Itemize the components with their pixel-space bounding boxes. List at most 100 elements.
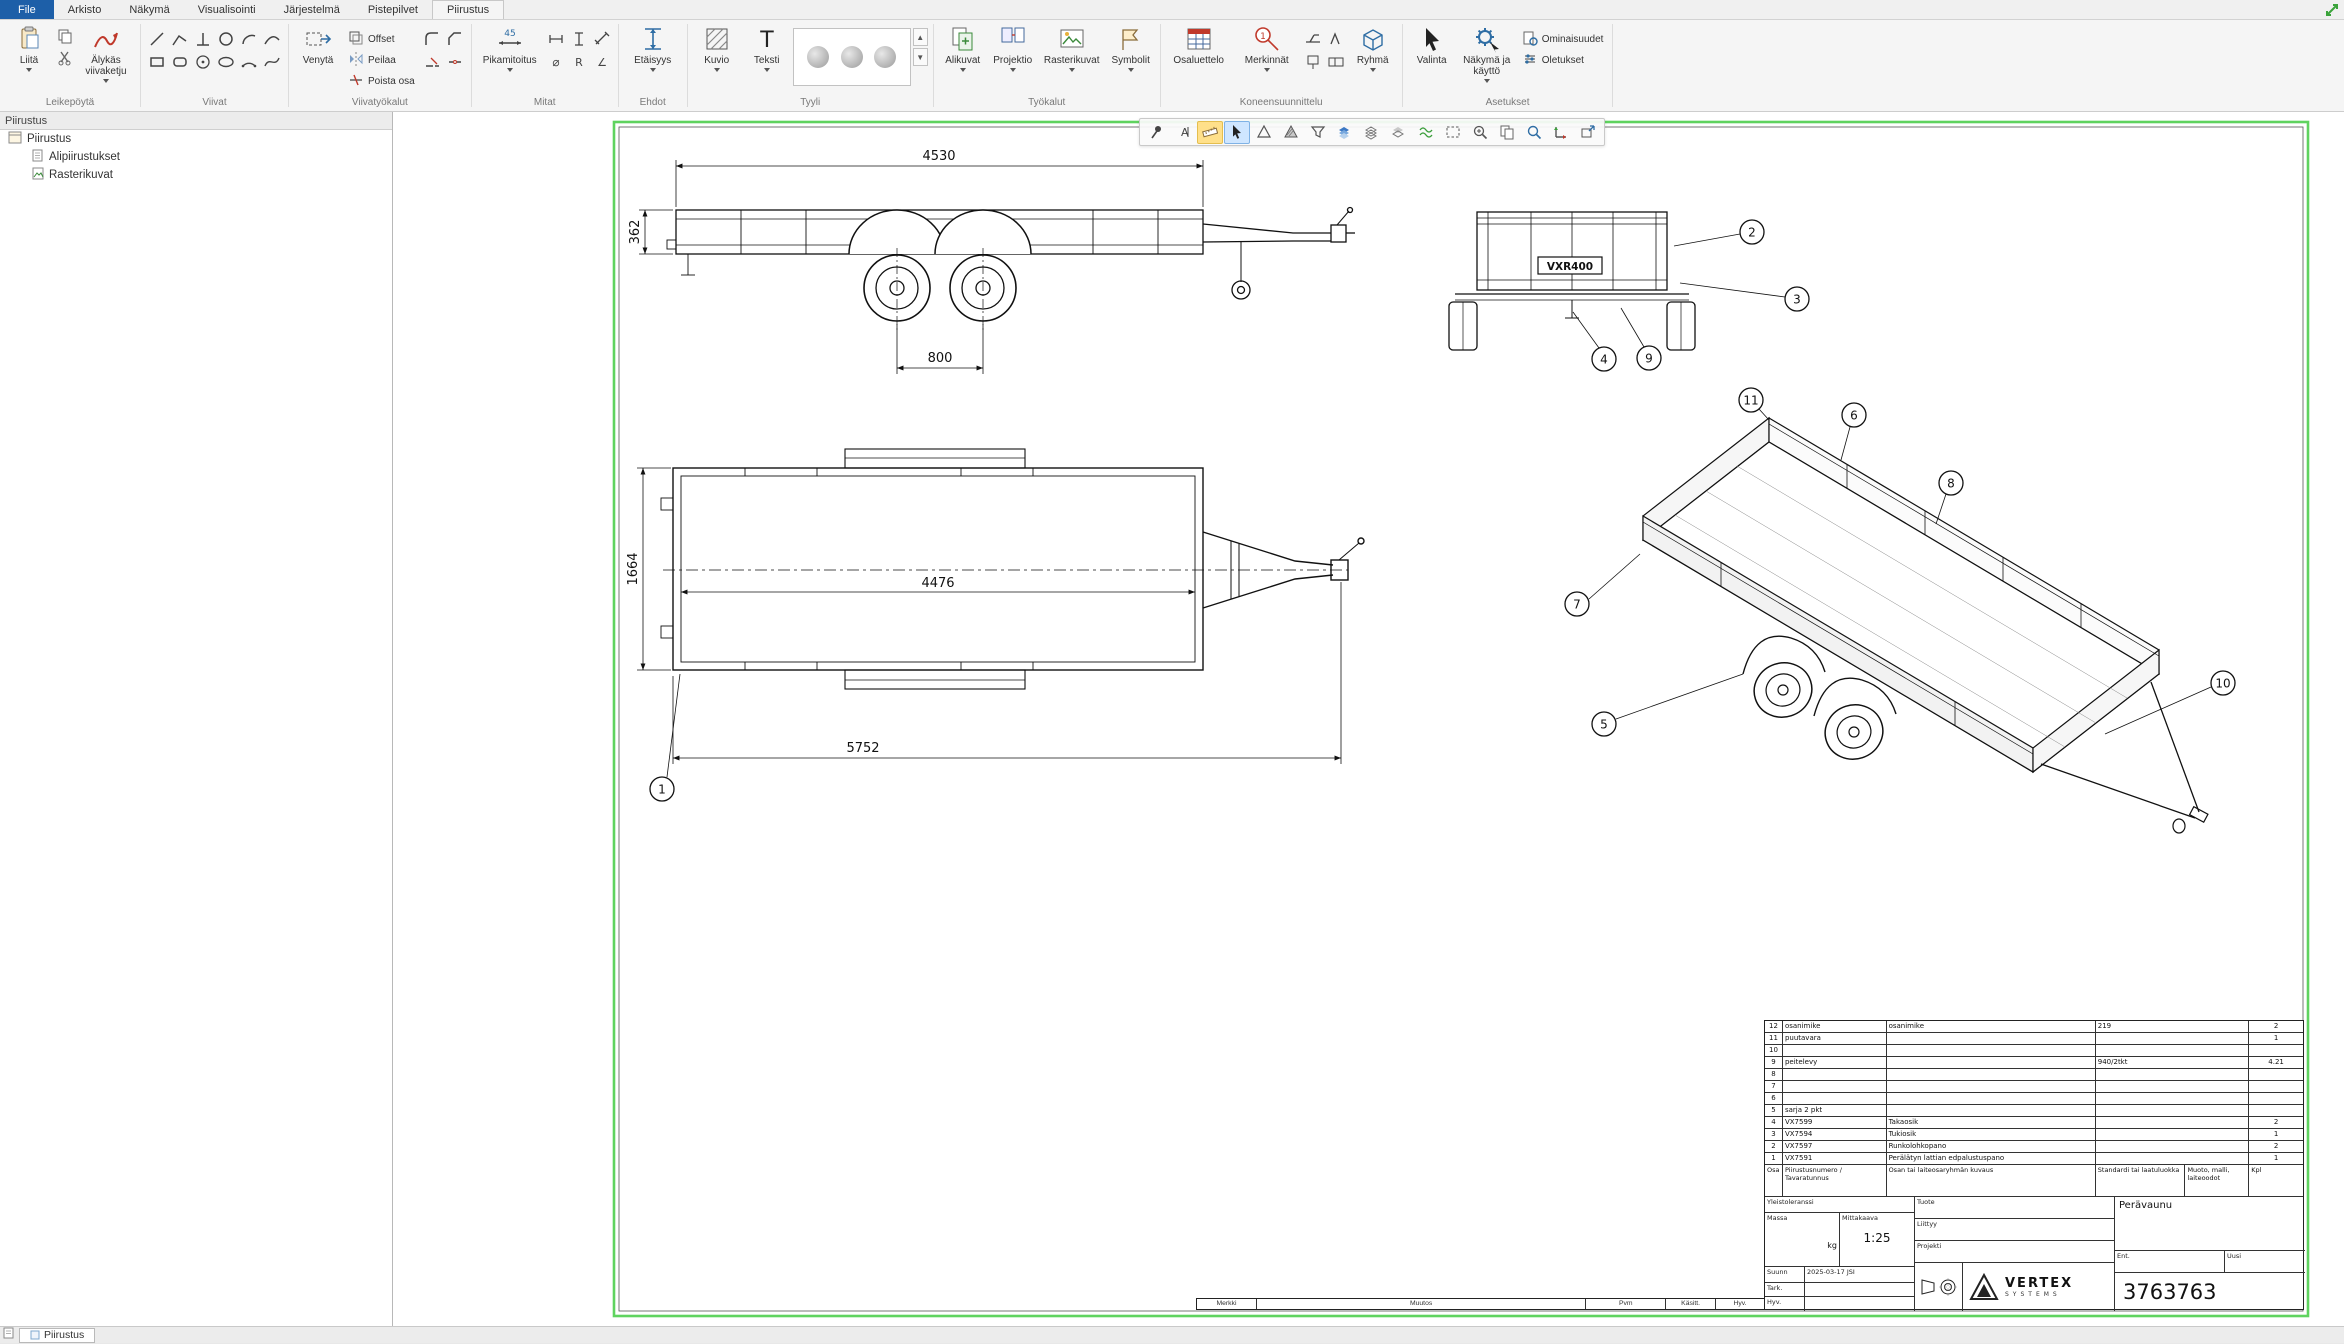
- break-tool-icon[interactable]: [444, 51, 466, 73]
- rounded-rect-tool-icon[interactable]: [169, 51, 191, 73]
- hatch-button[interactable]: Kuvio: [693, 22, 741, 72]
- designer-label-cell: Suunn: [1765, 1267, 1805, 1283]
- rectangle-tool-icon[interactable]: [146, 51, 168, 73]
- tab-visualisointi[interactable]: Visualisointi: [184, 0, 270, 19]
- axes-icon[interactable]: [1548, 121, 1574, 144]
- datum-symbol-icon[interactable]: [1302, 51, 1324, 73]
- extend-tool-icon[interactable]: [421, 51, 443, 73]
- weld-symbol-icon[interactable]: [1302, 28, 1324, 50]
- tree-item-rasterikuvat[interactable]: Rasterikuvat: [0, 166, 392, 184]
- surface-symbol-icon[interactable]: [1325, 28, 1347, 50]
- filter-icon[interactable]: [1305, 121, 1331, 144]
- perpendicular-line-icon[interactable]: [192, 28, 214, 50]
- diameter-dim-icon[interactable]: ⌀: [545, 51, 567, 73]
- zoom-window-icon[interactable]: [1521, 121, 1547, 144]
- arc-3pt-icon[interactable]: [238, 51, 260, 73]
- quick-dimension-button[interactable]: 45 Pikamitoitus: [477, 22, 543, 72]
- vertical-dim-icon[interactable]: [568, 28, 590, 50]
- ribbon-group-leikepoyta: Liitä Älykäs viivaketju Leikepöytä: [0, 20, 140, 111]
- subdrawings-button[interactable]: Alikuvat: [939, 22, 987, 72]
- raster-images-button[interactable]: Rasterikuvat: [1039, 22, 1105, 72]
- polyline-tool-icon[interactable]: [169, 28, 191, 50]
- line-tool-icon[interactable]: [146, 28, 168, 50]
- gallery-down-button[interactable]: ▼: [913, 48, 928, 66]
- offset-button[interactable]: Offset: [344, 30, 419, 48]
- fillet-tool-icon[interactable]: [421, 28, 443, 50]
- status-tab-piirustus[interactable]: Piirustus: [19, 1328, 95, 1343]
- group-button[interactable]: Ryhmä: [1349, 22, 1397, 72]
- trim-button[interactable]: Poista osa: [344, 72, 419, 90]
- defaults-icon: [1522, 51, 1538, 70]
- tolerance-symbol-icon[interactable]: [1325, 51, 1347, 73]
- text-button[interactable]: T Teksti: [743, 22, 791, 72]
- projection-button[interactable]: Projektio: [989, 22, 1037, 72]
- style-swatch-3[interactable]: [874, 46, 896, 68]
- radius-dim-icon[interactable]: R: [568, 51, 590, 73]
- style-gallery[interactable]: [793, 28, 911, 86]
- tree-root-piirustus[interactable]: Piirustus: [0, 130, 392, 148]
- horizontal-dim-icon[interactable]: [545, 28, 567, 50]
- parts-list-button[interactable]: Osaluettelo: [1166, 22, 1232, 66]
- menu-tab-bar: File Arkisto Näkymä Visualisointi Järjes…: [0, 0, 2344, 20]
- mirror-icon: [348, 51, 364, 70]
- stretch-button[interactable]: Venytä: [294, 22, 342, 66]
- circle-center-icon[interactable]: [192, 51, 214, 73]
- mirror-button[interactable]: Peilaa: [344, 51, 419, 69]
- arc-tool-icon[interactable]: [238, 28, 260, 50]
- trim-label: Poista osa: [368, 76, 415, 87]
- share-view-icon[interactable]: [1575, 121, 1601, 144]
- zoom-in-icon[interactable]: [1467, 121, 1493, 144]
- cut-button[interactable]: [55, 48, 75, 68]
- tab-arkisto[interactable]: Arkisto: [54, 0, 116, 19]
- tab-piirustus[interactable]: Piirustus: [432, 0, 504, 19]
- parts-row: 6: [1765, 1093, 2303, 1105]
- drawing-canvas[interactable]: 4530 362 800: [393, 112, 2344, 1326]
- smart-polyline-button[interactable]: Älykäs viivaketju: [77, 22, 135, 83]
- aligned-dim-icon[interactable]: [591, 28, 613, 50]
- circle-tool-icon[interactable]: [215, 28, 237, 50]
- gallery-up-button[interactable]: ▲: [913, 28, 928, 46]
- mirror-label: Peilaa: [368, 55, 396, 66]
- tab-file[interactable]: File: [0, 0, 54, 19]
- tree-item-alipiirustukset[interactable]: Alipiirustukset: [0, 148, 392, 166]
- properties-button[interactable]: Ominaisuudet: [1518, 30, 1608, 48]
- tab-nakyma[interactable]: Näkymä: [115, 0, 183, 19]
- tab-jarjestelma[interactable]: Järjestelmä: [270, 0, 354, 19]
- ribbon: Liitä Älykäs viivaketju Leikepöytä: [0, 20, 2344, 112]
- clipboard-copy-icon[interactable]: [1494, 121, 1520, 144]
- hatch-triangle-icon[interactable]: [1278, 121, 1304, 144]
- style-swatch-1[interactable]: [807, 46, 829, 68]
- plan-dim-inner: 4476: [921, 576, 954, 591]
- marquee-icon[interactable]: [1440, 121, 1466, 144]
- defaults-button[interactable]: Oletukset: [1518, 51, 1608, 69]
- annotate-icon[interactable]: A: [1170, 121, 1196, 144]
- view-and-use-button[interactable]: Näkymä ja käyttö: [1458, 22, 1516, 83]
- subdrawings-dropdown-icon: [960, 68, 966, 72]
- pin-icon[interactable]: [1143, 121, 1169, 144]
- properties-icon: [1522, 30, 1538, 49]
- spline-tool-icon[interactable]: [261, 51, 283, 73]
- paste-button[interactable]: Liitä: [5, 22, 53, 72]
- style-swatch-2[interactable]: [841, 46, 863, 68]
- symbols-button[interactable]: Symbolit: [1107, 22, 1155, 72]
- triangle-icon[interactable]: [1251, 121, 1277, 144]
- select-cursor-icon[interactable]: [1224, 121, 1250, 144]
- tab-pistepilvet[interactable]: Pistepilvet: [354, 0, 432, 19]
- side-dim-height: 362: [628, 220, 643, 245]
- ellipse-tool-icon[interactable]: [215, 51, 237, 73]
- chamfer-tool-icon[interactable]: [444, 28, 466, 50]
- tangent-arc-icon[interactable]: [261, 28, 283, 50]
- layers-icon[interactable]: [1359, 121, 1385, 144]
- angle-dim-icon[interactable]: ∠: [591, 51, 613, 73]
- parts-row: 2VX7597Runkolohkopano2: [1765, 1141, 2303, 1153]
- annotations-button[interactable]: 1 Merkinnät: [1234, 22, 1300, 72]
- plan-dim-total: 5752: [846, 741, 879, 756]
- distance-constraint-button[interactable]: Etäisyys: [624, 22, 682, 72]
- paste-dropdown-icon: [26, 68, 32, 72]
- layers-back-icon[interactable]: [1386, 121, 1412, 144]
- selection-button[interactable]: Valinta: [1408, 22, 1456, 66]
- measure-icon[interactable]: [1197, 121, 1223, 144]
- copy-button[interactable]: [55, 26, 75, 46]
- layers-front-icon[interactable]: [1332, 121, 1358, 144]
- curves-icon[interactable]: [1413, 121, 1439, 144]
